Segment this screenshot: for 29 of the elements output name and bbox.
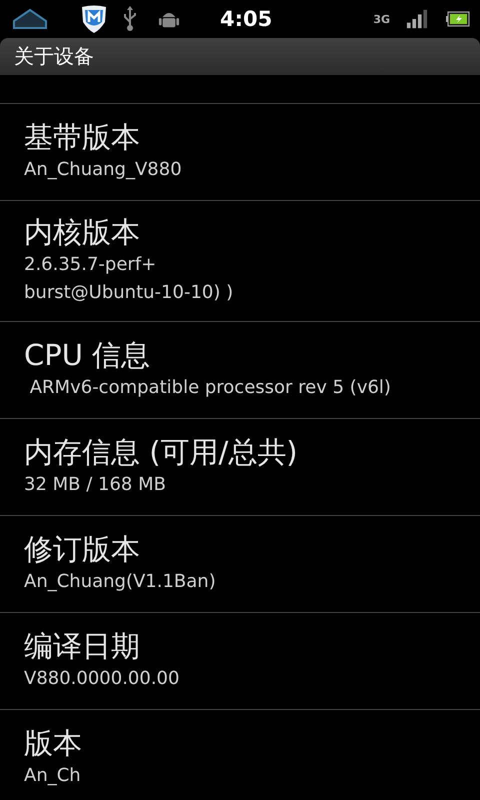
screen-title: 关于设备: [14, 43, 94, 70]
network-type: 3G: [373, 12, 390, 26]
battery-icon: [446, 11, 470, 27]
item-title: 修订版本: [24, 531, 141, 568]
item-value: 32 MB / 168 MB: [24, 473, 167, 497]
usb-icon[interactable]: [122, 6, 138, 32]
info-item[interactable]: 内存信息 (可用/总共) 32 MB / 168 MB: [0, 419, 480, 516]
item-value: An_Ch: [24, 764, 82, 788]
shield-icon[interactable]: [80, 4, 108, 34]
item-title: 内核版本: [24, 214, 141, 251]
item-title: 编译日期: [24, 628, 141, 665]
info-item[interactable]: 编译日期 V880.0000.00.00: [0, 613, 480, 710]
item-title: 版本: [24, 725, 83, 762]
item-title: 内存信息 (可用/总共): [24, 434, 299, 471]
info-item[interactable]: 基带版本 An_Chuang_V880: [0, 104, 480, 201]
item-title: CPU 信息: [24, 337, 152, 374]
item-value: 2.6.35.7-perf+ burst@Ubuntu-10-10) ): [24, 253, 234, 305]
info-item[interactable]: 版本 An_Ch: [0, 710, 480, 800]
item-value: An_Chuang(V1.1Ban): [24, 570, 217, 594]
item-value: V880.0000.00.00: [24, 667, 180, 691]
item-value: ARMv6-compatible processor rev 5 (v6l): [28, 376, 392, 400]
info-item[interactable]: 内核版本 2.6.35.7-perf+ burst@Ubuntu-10-10) ): [0, 201, 480, 322]
info-item[interactable]: CPU 信息 ARMv6-compatible processor rev 5 (v6l): [0, 322, 480, 419]
item-value: An_Chuang_V880: [24, 158, 183, 182]
info-item[interactable]: 修订版本 An_Chuang(V1.1Ban): [0, 516, 480, 613]
home-icon[interactable]: [12, 7, 48, 31]
signal-icon: [406, 9, 428, 29]
item-title: 基带版本: [24, 119, 141, 156]
clock-time: 4:05: [220, 7, 272, 31]
